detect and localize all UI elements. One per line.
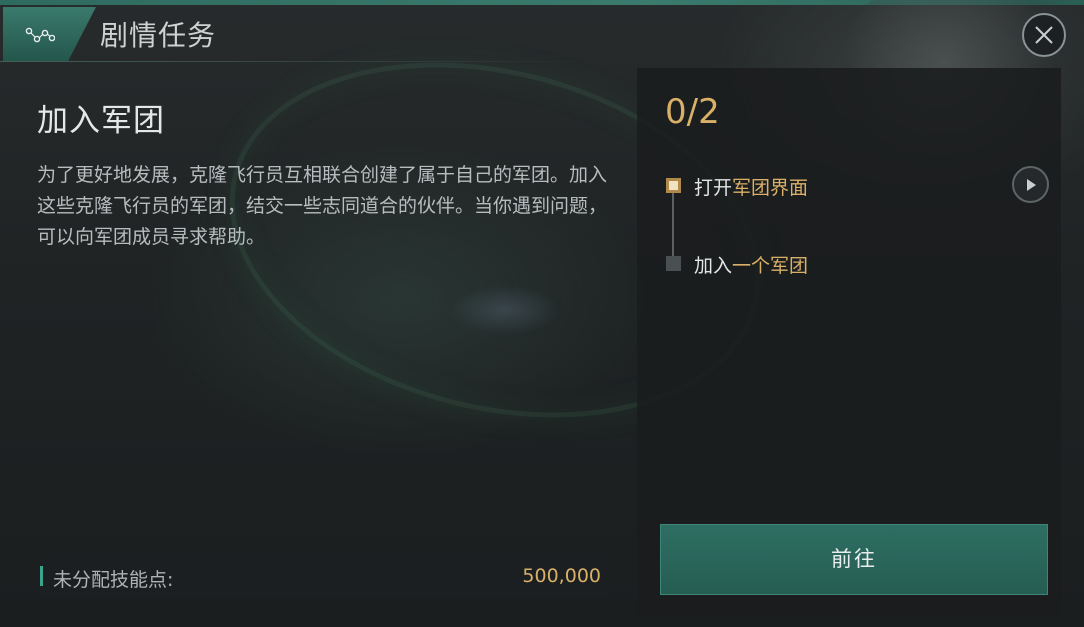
skill-points-value: 500,000: [522, 565, 601, 587]
objective-step-prefix: 打开: [694, 177, 733, 199]
step-connector: [672, 192, 674, 264]
page-title: 剧情任务: [100, 19, 217, 52]
go-button[interactable]: 前往: [660, 524, 1048, 595]
close-icon: [1035, 26, 1053, 44]
skill-points-label: 未分配技能点:: [53, 569, 174, 591]
objectives-panel: 0/2 打开军团界面 加入一个军团 前往: [637, 68, 1061, 616]
skill-points-bar: 未分配技能点: 500,000: [37, 557, 611, 595]
objective-step: 加入一个军团: [694, 251, 808, 278]
background-ship-glow: [450, 285, 560, 335]
header-tab: [3, 7, 96, 61]
skill-points-accent: [40, 566, 43, 586]
route-nodes-icon: [25, 27, 55, 43]
objective-step-highlight: 一个军团: [732, 255, 809, 277]
objective-step: 打开军团界面: [694, 173, 808, 200]
quest-description: 为了更好地发展，克隆飞行员互相联合创建了属于自己的军团。加入这些克隆飞行员的军团…: [37, 164, 608, 248]
objective-step-highlight: 军团界面: [732, 177, 809, 199]
play-icon: [1027, 179, 1036, 191]
objective-step-prefix: 加入: [694, 255, 733, 277]
close-button[interactable]: [1022, 13, 1066, 57]
step-marker-active: [666, 178, 681, 193]
header-divider: [0, 61, 600, 62]
objective-progress: 0/2: [665, 92, 720, 132]
quest-title: 加入军团: [37, 103, 165, 139]
objective-play-button[interactable]: [1012, 166, 1049, 203]
step-marker-pending: [666, 256, 681, 271]
